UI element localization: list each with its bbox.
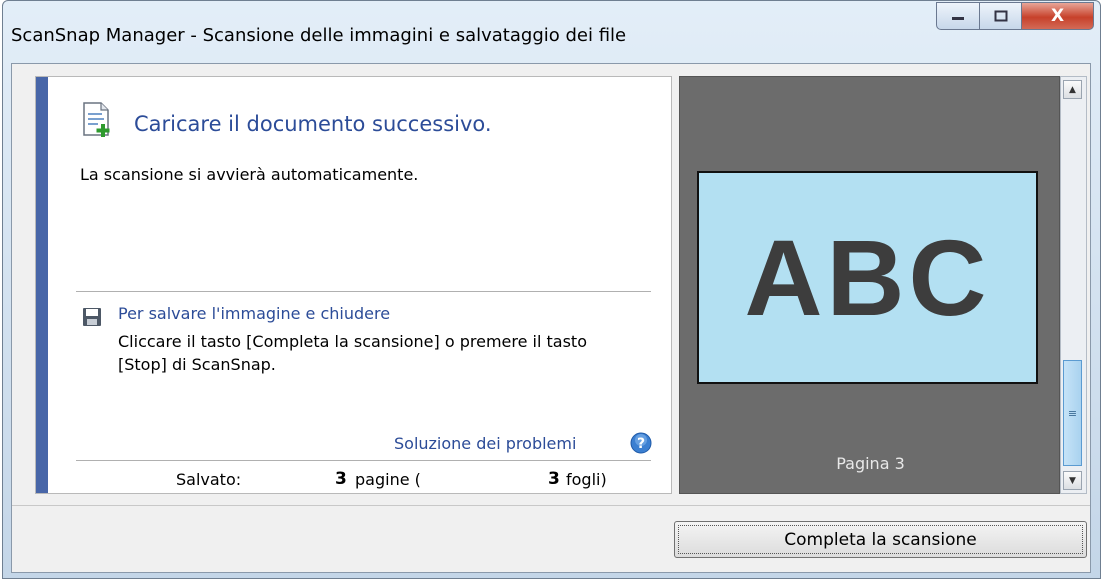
preview-scrollbar[interactable]: ▲ ≡ ▼ xyxy=(1060,76,1087,494)
saved-pages-text: pagine ( xyxy=(355,470,421,489)
accent-bar xyxy=(36,77,48,493)
saved-pages-count: 3 xyxy=(335,469,347,489)
maximize-icon xyxy=(994,10,1007,22)
finish-scan-button[interactable]: Completa la scansione xyxy=(674,521,1087,558)
close-button[interactable]: X xyxy=(1022,2,1094,30)
saved-sheets-count: 3 xyxy=(548,469,560,489)
grip-icon: ≡ xyxy=(1067,406,1078,420)
scansnap-window: ScanSnap Manager - Scansione delle immag… xyxy=(2,0,1101,579)
close-icon: X xyxy=(1050,6,1065,26)
scroll-up-button[interactable]: ▲ xyxy=(1063,80,1082,99)
troubleshooting-link[interactable]: Soluzione dei problemi xyxy=(394,434,576,453)
footer-divider xyxy=(12,505,1090,506)
saved-sheets-text: fogli) xyxy=(566,470,607,489)
page-label: Pagina 3 xyxy=(836,454,905,473)
saved-label: Salvato: xyxy=(176,470,242,489)
maximize-button[interactable] xyxy=(980,2,1022,30)
status-panel: Caricare il documento successivo. La sca… xyxy=(35,76,672,494)
window-title: ScanSnap Manager - Scansione delle immag… xyxy=(11,25,627,46)
divider xyxy=(76,460,651,461)
thumbnail-text: ABC xyxy=(744,217,991,338)
scroll-down-icon: ▼ xyxy=(1069,475,1076,486)
divider xyxy=(76,291,651,292)
save-instructions-title: Per salvare l'immagine e chiudere xyxy=(118,304,391,323)
svg-text:?: ? xyxy=(637,436,645,452)
status-message: La scansione si avvierà automaticamente. xyxy=(80,165,419,184)
preview-pane: ABC Pagina 3 xyxy=(679,76,1060,494)
help-icon[interactable]: ? xyxy=(630,432,652,454)
minimize-icon xyxy=(952,17,964,20)
window-controls: X xyxy=(936,2,1094,32)
status-heading: Caricare il documento successivo. xyxy=(134,112,492,136)
floppy-disk-icon xyxy=(83,308,101,326)
minimize-button[interactable] xyxy=(936,2,980,30)
document-add-icon xyxy=(83,102,110,137)
save-instructions-text: Cliccare il tasto [Completa la scansione… xyxy=(118,332,587,374)
page-thumbnail[interactable]: ABC xyxy=(697,171,1038,384)
scroll-down-button[interactable]: ▼ xyxy=(1063,471,1082,490)
scrollbar-thumb[interactable]: ≡ xyxy=(1063,360,1082,466)
scroll-up-icon: ▲ xyxy=(1069,84,1076,95)
title-bar[interactable]: ScanSnap Manager - Scansione delle immag… xyxy=(3,1,1100,63)
dialog-body: Caricare il documento successivo. La sca… xyxy=(11,63,1091,573)
